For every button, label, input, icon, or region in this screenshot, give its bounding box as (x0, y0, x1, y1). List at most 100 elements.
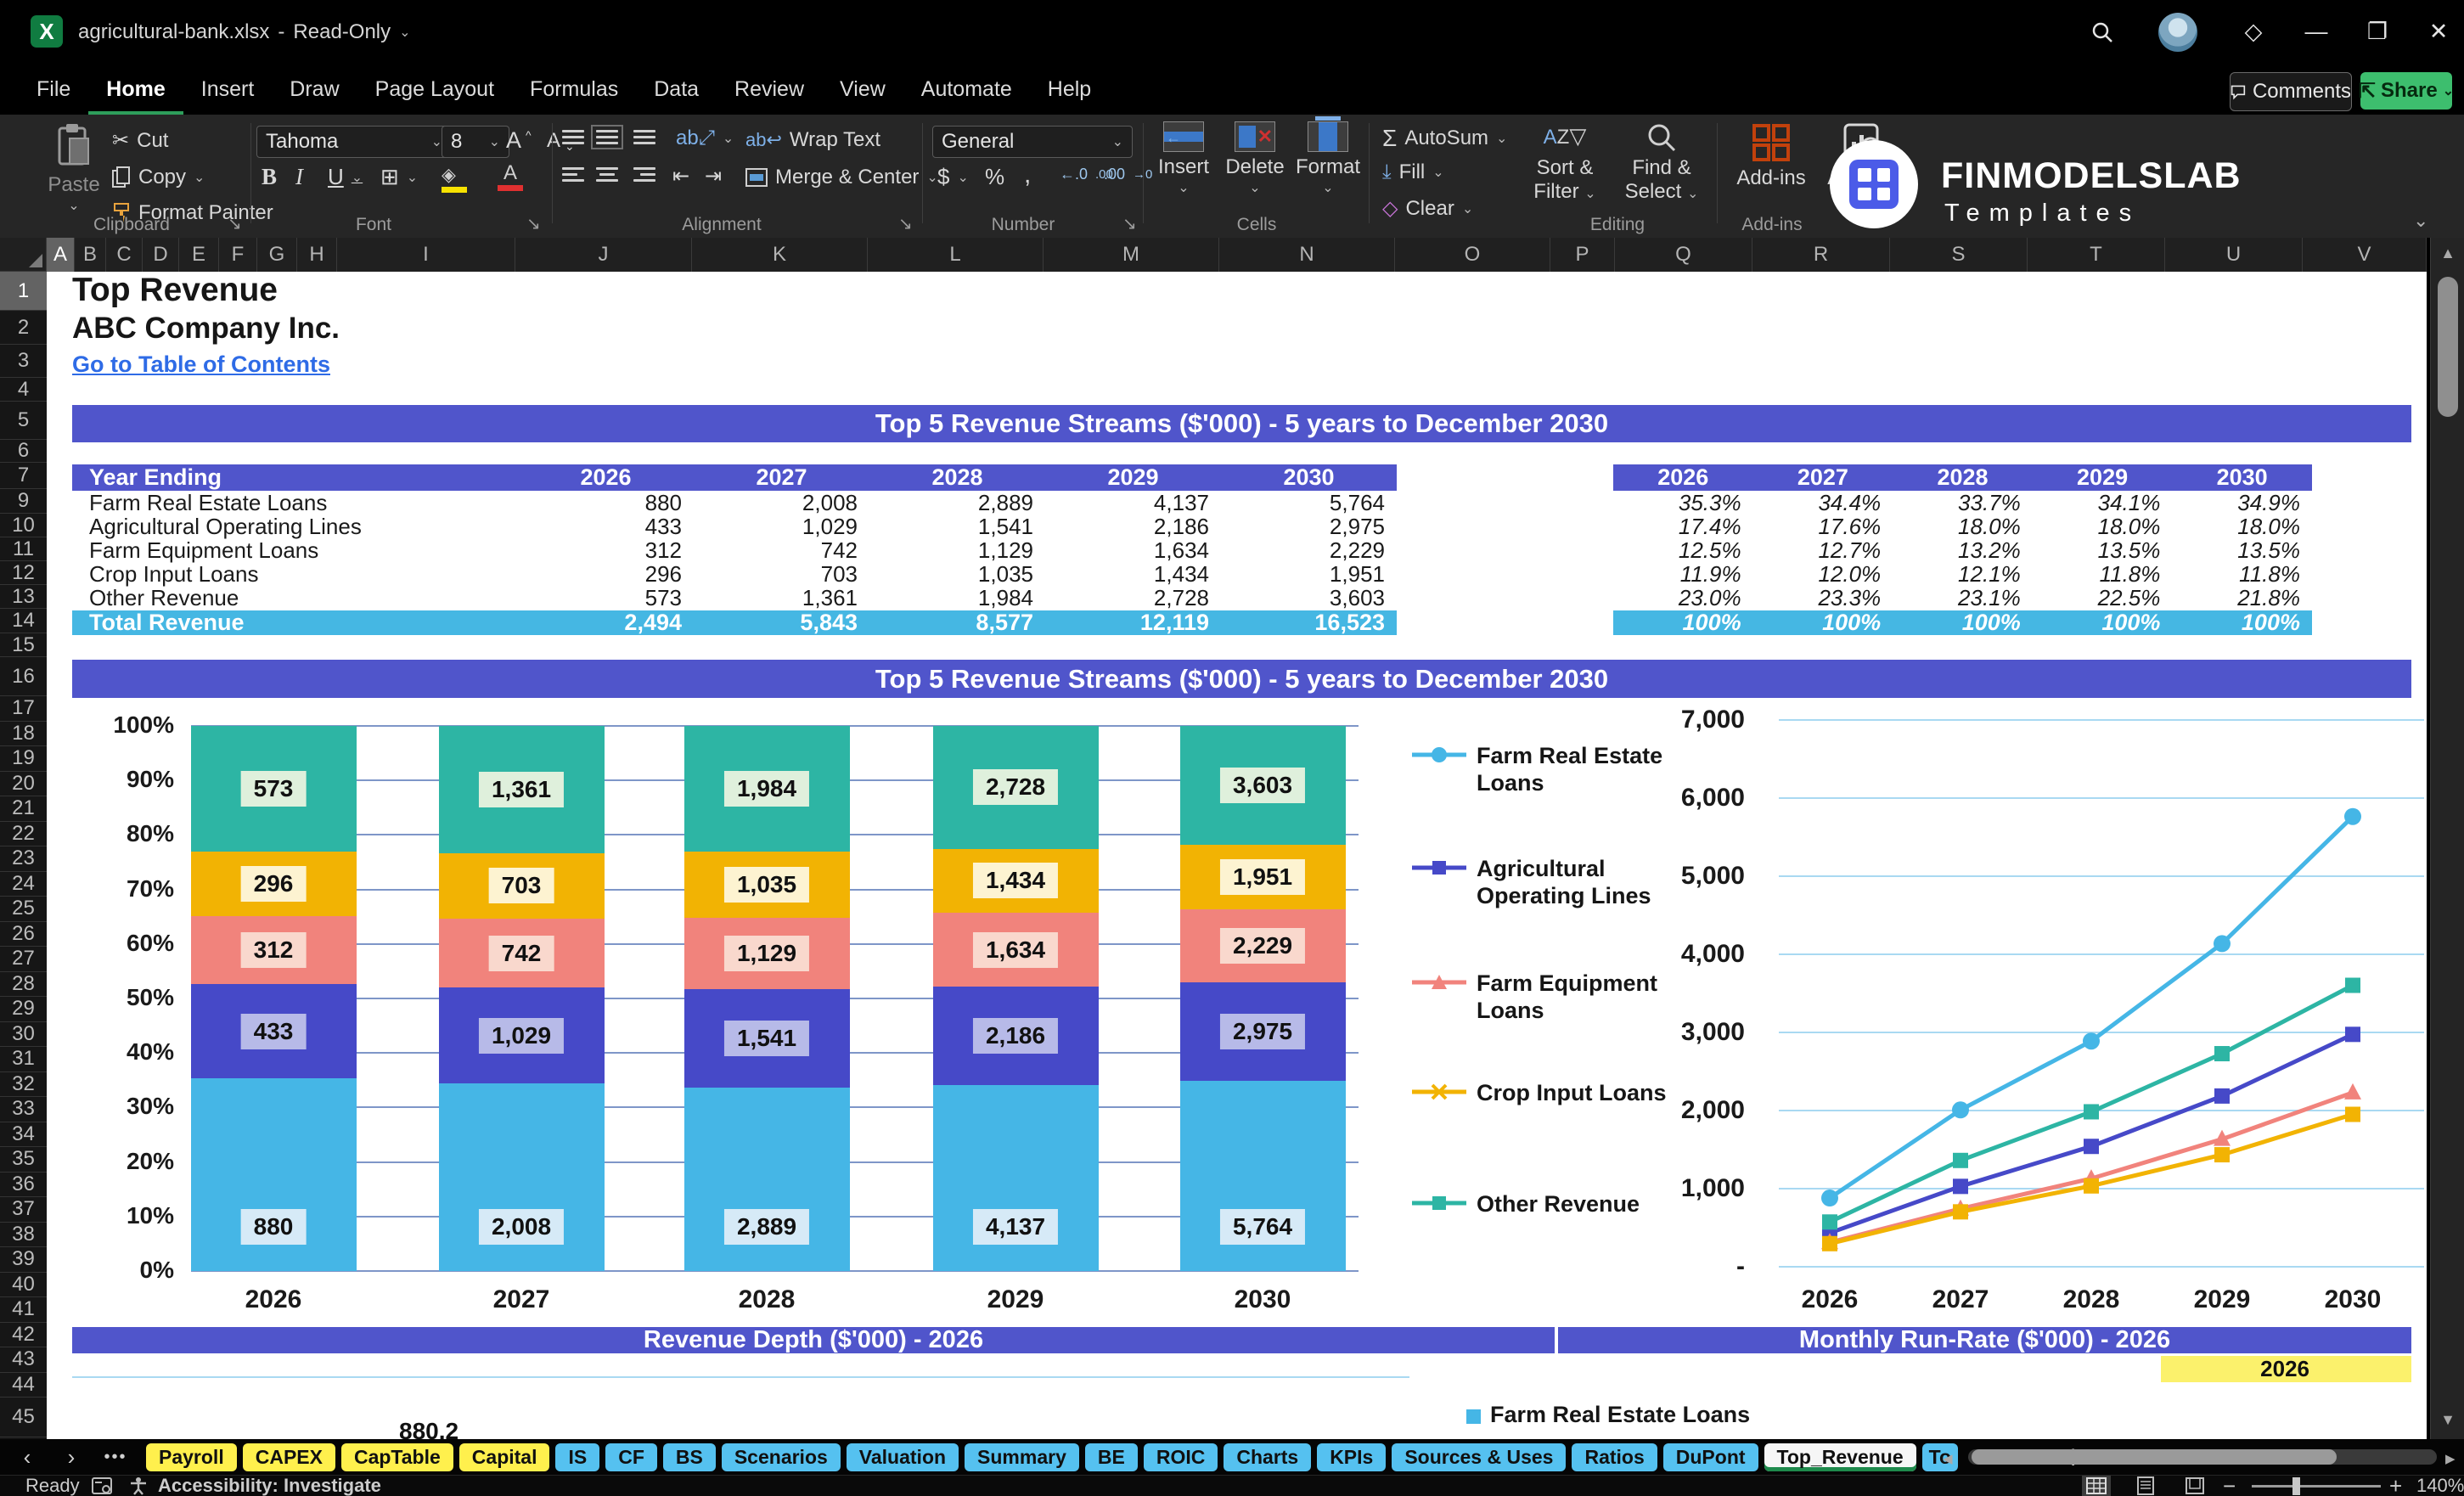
hscroll-right-icon[interactable]: ▶ (2445, 1451, 2456, 1466)
search-icon[interactable] (2079, 0, 2126, 64)
rev-row[interactable]: Total Revenue 2,494 5,843 8,577 12,119 16,523 (72, 610, 1397, 635)
font-dialog-launcher-icon[interactable]: ↘ (526, 213, 541, 234)
horizontal-scrollbar[interactable] (1968, 1449, 2437, 1465)
year-highlight-cell[interactable]: 2026 (2161, 1356, 2411, 1382)
sheet-tab-payroll[interactable]: Payroll (146, 1443, 237, 1471)
pct-row[interactable]: 17.4% 17.6% 18.0% 18.0% 18.0% (1613, 514, 2312, 539)
zoom-out-button[interactable]: − (2223, 1473, 2236, 1496)
increase-font-button[interactable]: A ^ (506, 127, 532, 154)
close-button[interactable]: ✕ (2415, 0, 2462, 64)
row-header-34[interactable]: 34 (0, 1122, 47, 1147)
currency-button[interactable]: $ ⌄ (937, 164, 969, 190)
number-dialog-launcher-icon[interactable]: ↘ (1122, 213, 1137, 234)
italic-button[interactable]: I (295, 164, 303, 190)
row-header-1[interactable]: 1 (0, 272, 47, 311)
column-header-S[interactable]: S (1890, 238, 2028, 272)
paste-button[interactable]: Paste ⌄ (44, 123, 104, 214)
column-header-J[interactable]: J (515, 238, 692, 272)
menu-item-page-layout[interactable]: Page Layout (357, 64, 512, 115)
vertical-scrollbar[interactable]: ▲ ▼ (2430, 238, 2464, 1439)
sheet-tab-capex[interactable]: CAPEX (242, 1443, 335, 1471)
align-top-button[interactable] (562, 130, 584, 144)
column-header-B[interactable]: B (75, 238, 106, 272)
clipboard-dialog-launcher-icon[interactable]: ↘ (228, 213, 242, 234)
column-header-A[interactable]: A (47, 238, 75, 272)
column-header-T[interactable]: T (2028, 238, 2165, 272)
row-header-21[interactable]: 21 (0, 796, 47, 822)
row-header-24[interactable]: 24 (0, 872, 47, 897)
row-header-38[interactable]: 38 (0, 1223, 47, 1247)
menu-item-draw[interactable]: Draw (272, 64, 357, 115)
page-break-view-button[interactable] (2180, 1476, 2209, 1496)
find-select-button[interactable]: Find & Select ⌄ (1617, 123, 1707, 204)
vertical-scroll-thumb[interactable] (2438, 277, 2458, 417)
pct-row[interactable]: 2026 2027 2028 2029 2030 (1613, 464, 2312, 491)
sheet-tab-charts[interactable]: Charts (1224, 1443, 1312, 1471)
tab-scroll-left-icon[interactable]: ‹ (10, 1444, 44, 1471)
normal-view-button[interactable] (2082, 1476, 2111, 1496)
row-header-17[interactable]: 17 (0, 696, 47, 722)
row-header-15[interactable]: 15 (0, 633, 47, 657)
align-right-button[interactable] (633, 167, 655, 182)
row-header-43[interactable]: 43 (0, 1347, 47, 1373)
comments-button[interactable]: Comments (2230, 72, 2352, 111)
font-size-select[interactable]: 8 ⌄ (442, 126, 509, 158)
sheet-tab-is[interactable]: IS (555, 1443, 600, 1471)
pct-row[interactable]: 11.9% 12.0% 12.1% 11.8% 11.8% (1613, 561, 2312, 587)
sheet-tab-ratios[interactable]: Ratios (1572, 1443, 1657, 1471)
autosum-button[interactable]: Σ AutoSum ⌄ (1382, 125, 1507, 152)
row-header-11[interactable]: 11 (0, 537, 47, 561)
row-header-3[interactable]: 3 (0, 345, 47, 378)
sort-filter-button[interactable]: AZ▽ Sort & Filter ⌄ (1520, 123, 1610, 204)
accessibility-status[interactable]: Accessibility: Investigate (158, 1475, 381, 1496)
align-left-button[interactable] (562, 167, 584, 182)
zoom-slider-thumb[interactable] (2292, 1477, 2300, 1495)
horizontal-scroll-thumb[interactable] (1972, 1449, 2337, 1465)
premium-diamond-icon[interactable]: ◇ (2230, 0, 2277, 64)
decrease-indent-button[interactable]: ⇤ (672, 164, 689, 188)
row-header-35[interactable]: 35 (0, 1147, 47, 1173)
sheet-tab-kpis[interactable]: KPIs (1317, 1443, 1387, 1471)
row-header-39[interactable]: 39 (0, 1247, 47, 1273)
column-header-V[interactable]: V (2303, 238, 2427, 272)
row-header-23[interactable]: 23 (0, 846, 47, 872)
revenue-table[interactable]: Year Ending 2026 2027 2028 2029 2030 Farm Real… (72, 464, 1397, 635)
cut-button[interactable]: ✂ Cut (112, 128, 168, 153)
menu-item-insert[interactable]: Insert (183, 64, 273, 115)
column-header-F[interactable]: F (219, 238, 257, 272)
row-header-14[interactable]: 14 (0, 609, 47, 633)
fill-button[interactable]: ⤓ Fill ⌄ (1382, 160, 1444, 184)
zoom-slider[interactable] (2252, 1485, 2381, 1488)
menu-item-formulas[interactable]: Formulas (512, 64, 636, 115)
sheet-tab-cf[interactable]: CF (605, 1443, 657, 1471)
rev-row[interactable]: Farm Equipment Loans 312 742 1,129 1,634 2,22… (72, 537, 1397, 563)
row-header-16[interactable]: 16 (0, 657, 47, 696)
row-header-22[interactable]: 22 (0, 822, 47, 846)
collapse-ribbon-chevron-icon[interactable]: ⌄ (2413, 210, 2428, 232)
menu-item-help[interactable]: Help (1030, 64, 1109, 115)
hscroll-left-icon[interactable]: ◀ (1943, 1451, 1953, 1466)
stacked-bar-chart[interactable]: 880 433 312 296 573 2,008 1,029 742 703 1,361 2,88… (190, 725, 1359, 1272)
row-header-19[interactable]: 19 (0, 746, 47, 772)
row-header-7[interactable]: 7 (0, 463, 47, 489)
row-header-33[interactable]: 33 (0, 1097, 47, 1122)
row-header-26[interactable]: 26 (0, 922, 47, 947)
menu-item-review[interactable]: Review (717, 64, 822, 115)
row-header-27[interactable]: 27 (0, 947, 47, 972)
sheet-tab-bs[interactable]: BS (662, 1443, 716, 1471)
delete-cells-button[interactable]: ✕ Delete ⌄ (1223, 121, 1287, 196)
rev-row[interactable]: Other Revenue 573 1,361 1,984 2,728 3,603 (72, 585, 1397, 610)
sheet-tab-summary[interactable]: Summary (965, 1443, 1079, 1471)
accessibility-icon[interactable] (129, 1476, 148, 1496)
copy-button[interactable]: Copy ⌄ (112, 166, 205, 189)
sheet-canvas[interactable]: Top Revenue ABC Company Inc. Go to Table… (47, 272, 2427, 1439)
number-format-select[interactable]: General ⌄ (932, 126, 1133, 158)
legend-farm-equipment-loans[interactable]: Farm Equipment Loans (1412, 970, 1685, 1025)
row-header-29[interactable]: 29 (0, 997, 47, 1022)
sheet-tab-valuation[interactable]: Valuation (846, 1443, 959, 1471)
line-chart[interactable] (1779, 713, 2427, 1278)
column-header-R[interactable]: R (1752, 238, 1890, 272)
align-bottom-button[interactable] (633, 130, 655, 144)
row-header-13[interactable]: 13 (0, 585, 47, 609)
merge-center-button[interactable]: Merge & Center ⌄ (745, 166, 938, 189)
